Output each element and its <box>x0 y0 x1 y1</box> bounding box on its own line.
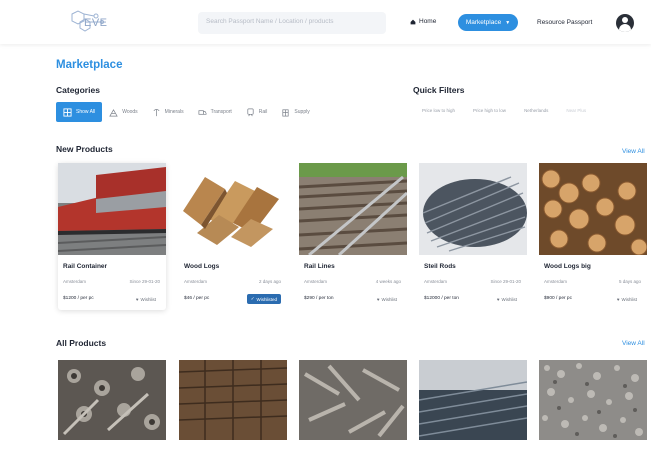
grid-icon <box>63 107 72 117</box>
product-image-sleepers[interactable] <box>179 360 287 440</box>
wishlist-button[interactable]: ♥ Wishlist <box>613 294 641 304</box>
product-price: $12000 / per ton <box>424 296 459 301</box>
category-label: Transport <box>210 109 232 115</box>
product-name: Wood Logs big <box>544 263 591 270</box>
product-card[interactable]: Wood Logs big Amsterdam 5 days ago $900 … <box>539 163 647 310</box>
avatar-body <box>619 24 631 32</box>
heart-icon: ♥ <box>135 296 139 302</box>
categories-heading: Categories <box>56 85 100 95</box>
all-products-view-all[interactable]: View All <box>622 340 645 347</box>
category-label: Rail <box>258 109 268 115</box>
nav-resource-passport[interactable]: Resource Passport <box>537 19 592 26</box>
wishlist-button[interactable]: ♥ Wishlist <box>373 294 401 304</box>
filter-price-high-low[interactable]: Price high to low <box>464 108 515 113</box>
quick-filters-heading: Quick Filters <box>413 85 465 95</box>
wishlist-label: Wishlist <box>621 296 638 302</box>
wishlist-label: Wishlist <box>381 296 398 302</box>
truck-icon <box>198 109 207 115</box>
product-image-gravel[interactable] <box>539 360 647 440</box>
product-price: $290 / per ton <box>304 296 334 301</box>
product-image-bolts[interactable] <box>58 360 166 440</box>
logo-text: EVE <box>84 17 108 29</box>
category-label: Woods <box>122 109 138 115</box>
heart-icon: ♥ <box>496 296 500 302</box>
product-date: 4 weeks ago <box>375 279 401 284</box>
product-image-rebar[interactable] <box>419 360 527 440</box>
product-price: $1200 / per pc <box>63 296 94 301</box>
train-icon <box>247 108 254 116</box>
heart-icon: ♥ <box>376 296 380 302</box>
product-name: Wood Logs <box>184 263 220 270</box>
product-card[interactable]: Rail Lines Amsterdam 4 weeks ago $290 / … <box>299 163 407 310</box>
product-card[interactable]: Wood Logs Amsterdam 2 days ago $46 / per… <box>179 163 287 310</box>
product-location: Amsterdam <box>63 279 87 284</box>
category-rail[interactable]: Rail <box>239 102 275 122</box>
product-price: $900 / per pc <box>544 296 573 301</box>
filter-price-low-high[interactable]: Price low to high <box>413 108 464 113</box>
product-image-rail-lines <box>299 163 407 255</box>
category-label: Minerals <box>164 109 184 115</box>
wishlist-label: Wishlisted <box>256 296 277 302</box>
quick-filter-bar: Price low to high Price high to low Neth… <box>413 108 595 113</box>
new-products-heading: New Products <box>56 144 113 154</box>
category-bar: Show All Woods Minerals Transport Rail S… <box>56 102 317 122</box>
page-title: Marketplace <box>56 59 123 71</box>
product-image-rail-container <box>58 163 166 255</box>
supply-icon <box>282 108 289 116</box>
product-price: $46 / per pc <box>184 296 210 301</box>
nav-home[interactable]: Home <box>410 18 436 25</box>
heart-icon: ♥ <box>616 296 620 302</box>
category-transport[interactable]: Transport <box>191 102 239 122</box>
avatar[interactable] <box>616 14 634 32</box>
nav-home-label: Home <box>419 18 437 25</box>
filter-netherlands[interactable]: Netherlands <box>515 108 557 113</box>
category-minerals[interactable]: Minerals <box>145 102 191 122</box>
product-location: Amsterdam <box>544 279 568 284</box>
avatar-head <box>622 17 628 23</box>
top-header: EVE Search Passport Name / Location / pr… <box>0 0 651 44</box>
chevron-down-icon: ▼ <box>505 19 511 26</box>
product-date: 5 days ago <box>618 279 641 284</box>
product-location: Amsterdam <box>184 279 208 284</box>
product-date: Since 29-01-20 <box>490 279 521 284</box>
wishlist-button[interactable]: ♥ Wishlist <box>493 294 521 304</box>
category-woods[interactable]: Woods <box>102 102 144 122</box>
category-label: Supply <box>294 109 310 115</box>
wishlist-label: Wishlist <box>501 296 518 302</box>
filter-near-plus[interactable]: Near Plus <box>557 108 595 113</box>
product-card[interactable]: Steil Rods Amsterdam Since 29-01-20 $120… <box>419 163 527 310</box>
search-input[interactable]: Search Passport Name / Location / produc… <box>198 12 386 34</box>
product-name: Rail Lines <box>304 263 335 270</box>
product-date: 2 days ago <box>258 279 281 284</box>
wishlist-button[interactable]: ✓ Wishlisted <box>246 294 281 304</box>
product-image-wood-logs-big <box>539 163 647 255</box>
category-supply[interactable]: Supply <box>274 102 316 122</box>
search-placeholder: Search Passport Name / Location / produc… <box>206 18 334 25</box>
product-name: Steil Rods <box>424 263 456 270</box>
product-image-wood-logs <box>179 163 287 255</box>
wood-icon <box>109 108 118 116</box>
product-image-screws[interactable] <box>299 360 407 440</box>
new-products-view-all[interactable]: View All <box>622 148 645 155</box>
nav-marketplace-label: Marketplace <box>465 19 502 26</box>
product-name: Rail Container <box>63 263 108 270</box>
wishlist-button[interactable]: ♥ Wishlist <box>132 294 160 304</box>
product-location: Amsterdam <box>304 279 328 284</box>
nav-marketplace-button[interactable]: Marketplace ▼ <box>458 14 518 31</box>
home-icon <box>410 19 416 24</box>
category-show-all[interactable]: Show All <box>56 102 103 122</box>
product-image-steel-rods <box>419 163 527 255</box>
pickaxe-icon <box>153 108 160 116</box>
product-location: Amsterdam <box>424 279 448 284</box>
wishlist-label: Wishlist <box>140 296 157 302</box>
category-label: Show All <box>76 109 96 115</box>
all-products-heading: All Products <box>56 338 107 348</box>
check-icon: ✓ <box>250 296 255 301</box>
product-date: Since 29-01-20 <box>129 279 160 284</box>
product-card[interactable]: Rail Container Amsterdam Since 29-01-20 … <box>58 163 166 310</box>
